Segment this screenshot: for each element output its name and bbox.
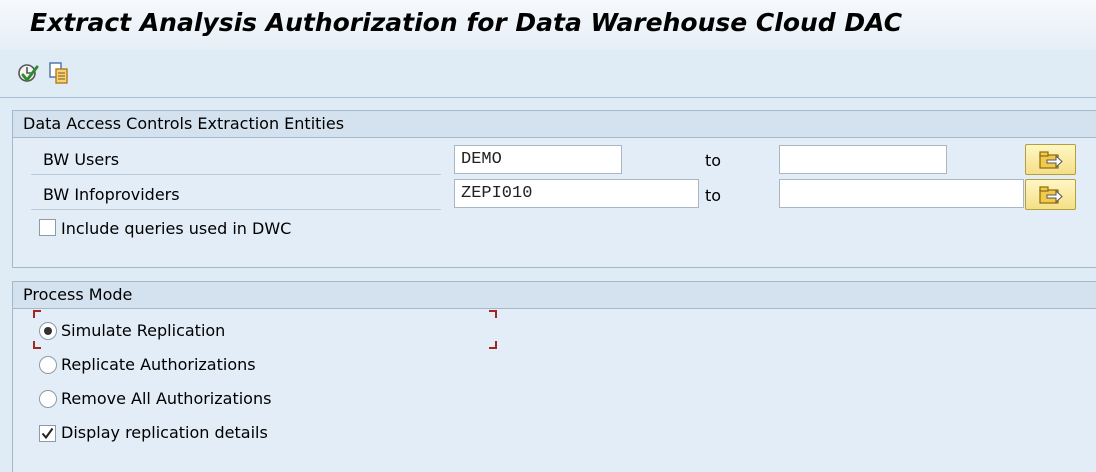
focus-marker-bottom-left <box>33 341 41 349</box>
bw-users-to-input[interactable] <box>779 145 947 174</box>
row-divider <box>31 174 441 175</box>
title-bar: Extract Analysis Authorization for Data … <box>0 0 1096 50</box>
include-queries-checkbox[interactable] <box>39 219 56 236</box>
bw-infoproviders-label: BW Infoproviders <box>43 185 180 204</box>
focus-marker-top-right <box>489 310 497 318</box>
variants-icon[interactable] <box>48 61 72 85</box>
include-queries-label: Include queries used in DWC <box>61 219 292 238</box>
bw-users-from-input[interactable]: DEMO <box>454 145 622 174</box>
bw-infoproviders-to-label: to <box>705 186 722 205</box>
selection-group: Data Access Controls Extraction Entities… <box>12 110 1096 268</box>
bw-users-to-label: to <box>705 151 722 170</box>
display-details-checkbox[interactable] <box>39 425 56 442</box>
bw-users-label: BW Users <box>43 150 120 169</box>
bw-infoproviders-to-input[interactable] <box>779 179 1024 208</box>
multiple-selection-icon <box>1039 186 1063 204</box>
simulate-replication-label: Simulate Replication <box>61 321 226 340</box>
checkmark-icon <box>41 427 54 440</box>
process-mode-header: Process Mode <box>13 282 1096 309</box>
row-divider <box>31 209 441 210</box>
application-toolbar <box>0 50 1096 98</box>
radio-selected-dot <box>44 327 52 335</box>
remove-all-authorizations-radio[interactable] <box>39 390 57 408</box>
simulate-replication-radio[interactable] <box>39 322 57 340</box>
selection-group-header: Data Access Controls Extraction Entities <box>13 111 1096 138</box>
replicate-authorizations-label: Replicate Authorizations <box>61 355 256 374</box>
execute-icon[interactable] <box>16 61 40 85</box>
display-details-label: Display replication details <box>61 423 268 442</box>
focus-marker-bottom-right <box>489 341 497 349</box>
focus-marker-top-left <box>33 310 41 318</box>
remove-all-authorizations-label: Remove All Authorizations <box>61 389 272 408</box>
bw-infoproviders-from-input[interactable]: ZEPI010 <box>454 179 699 208</box>
bw-users-multiple-selection-button[interactable] <box>1025 144 1076 175</box>
process-mode-group: Process Mode Simulate Replication Replic… <box>12 281 1096 472</box>
multiple-selection-icon <box>1039 151 1063 169</box>
bw-infoproviders-multiple-selection-button[interactable] <box>1025 179 1076 210</box>
page-title: Extract Analysis Authorization for Data … <box>30 8 903 37</box>
replicate-authorizations-radio[interactable] <box>39 356 57 374</box>
